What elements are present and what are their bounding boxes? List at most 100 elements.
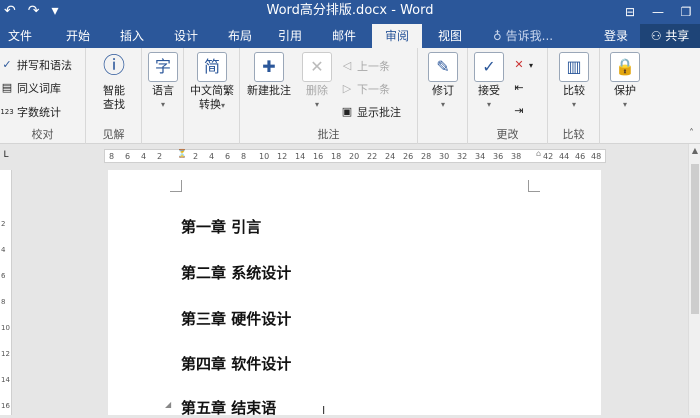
ruler-tick: 10 [1, 324, 10, 332]
scroll-up-icon[interactable]: ▲ [689, 146, 700, 155]
tab-insert[interactable]: 插入 [110, 24, 154, 48]
track-changes-button[interactable]: ✎ 修订 ▾ [424, 52, 462, 112]
tell-me-text: 告诉我... [505, 29, 554, 43]
minimize-icon[interactable]: — [644, 0, 672, 24]
dropdown-caret-icon: ▾ [622, 100, 627, 109]
ruler-tick: 10 [259, 152, 270, 161]
chapter-heading[interactable]: 第二章 系统设计 [181, 262, 291, 283]
show-comments-button[interactable]: ▣ 显示批注 [340, 104, 401, 120]
lightbulb-icon: ♁ [493, 29, 502, 43]
previous-comment-button[interactable]: ◁ 上一条 [340, 58, 390, 74]
spelling-grammar-button[interactable]: ✓ 拼写和语法 [0, 57, 72, 73]
language-button[interactable]: 字 语言 ▾ [144, 52, 182, 112]
book-icon: ▤ [1, 81, 13, 94]
ruler-tick: 12 [1, 350, 10, 358]
protect-button[interactable]: 🔒 保护 ▾ [604, 52, 646, 112]
tab-layout[interactable]: 布局 [218, 24, 262, 48]
language-label: 语言 [152, 84, 174, 97]
compare-icon: ▥ [559, 52, 589, 82]
vertical-scrollbar[interactable]: ▲ [688, 144, 700, 415]
ribbon-display-options-icon[interactable]: ⊟ [616, 0, 644, 24]
tracking-label: 修订 [432, 84, 454, 97]
scrollbar-thumb[interactable] [691, 164, 699, 314]
tab-view[interactable]: 视图 [428, 24, 472, 48]
chapter-heading[interactable]: 第三章 硬件设计 [181, 308, 291, 329]
compare-button[interactable]: ▥ 比较 ▾ [554, 52, 594, 112]
collapse-ribbon-icon[interactable]: ˄ [689, 128, 694, 139]
ruler-tick: 26 [403, 152, 414, 161]
ruler-tick: 6 [225, 152, 231, 161]
dropdown-caret-icon: ▾ [486, 100, 491, 109]
undo-icon[interactable]: ↶ [4, 1, 16, 21]
ruler-tick: 18 [331, 152, 342, 161]
next-change-icon: ⇥ [514, 104, 524, 117]
tab-design[interactable]: 设计 [164, 24, 208, 48]
smart-lookup-button[interactable]: ⓘ 智能 查找 [92, 52, 136, 112]
ruler-tick: 28 [421, 152, 432, 161]
ruler-tick: 22 [367, 152, 378, 161]
tab-home[interactable]: 开始 [56, 24, 100, 48]
tab-references[interactable]: 引用 [268, 24, 312, 48]
delete-comment-button[interactable]: ✕ 删除 ▾ [298, 52, 336, 112]
smart-label2: 查找 [103, 98, 125, 111]
ruler-tick: 42 [543, 152, 554, 161]
dropdown-caret-icon: ▾ [440, 100, 445, 109]
sign-in-link[interactable]: 登录 [604, 24, 628, 48]
accept-button[interactable]: ✓ 接受 ▾ [470, 52, 508, 112]
compare-btn-label: 比较 [563, 84, 585, 97]
thesaurus-button[interactable]: ▤ 同义词库 [0, 80, 61, 96]
group-chinese-conversion: 简 中文简繁 转换▾ [184, 48, 240, 144]
ribbon-tab-bar: 文件 开始 插入 设计 布局 引用 邮件 审阅 视图 ♁ 告诉我... 登录 ⚇… [0, 24, 700, 48]
group-tracking: ✎ 修订 ▾ [418, 48, 468, 144]
ruler-tick: 8 [1, 298, 6, 306]
new-comment-icon: ✚ [254, 52, 284, 82]
ruler-tick: 14 [295, 152, 306, 161]
accept-label: 接受 [478, 84, 500, 97]
right-indent-marker-icon[interactable]: ⌂ [536, 149, 541, 158]
reject-button[interactable]: ✕ ▾ [512, 58, 533, 72]
previous-change-button[interactable]: ⇤ [512, 81, 526, 95]
show-comments-icon: ▣ [341, 105, 353, 118]
new-comment-button[interactable]: ✚ 新建批注 [242, 52, 296, 98]
redo-icon[interactable]: ↷ [28, 1, 40, 21]
tab-stop-selector-icon[interactable]: L [0, 150, 12, 164]
ruler-tick: 48 [591, 152, 602, 161]
group-comments: ✚ 新建批注 ✕ 删除 ▾ ◁ 上一条 ▷ 下一条 ▣ 显示批注 批注 [240, 48, 418, 144]
vertical-ruler[interactable]: 2 4 6 8 10 12 14 16 [0, 170, 12, 415]
ruler-tick: 2 [193, 152, 199, 161]
tell-me-box[interactable]: ♁ 告诉我... [493, 24, 553, 48]
ruler-tick: 4 [141, 152, 147, 161]
tab-file[interactable]: 文件 [0, 24, 40, 48]
next-comment-button[interactable]: ▷ 下一条 [340, 81, 390, 97]
word-count-icon: 123 [0, 108, 14, 116]
indent-marker-icon[interactable]: ⏳ [177, 149, 187, 158]
ruler-tick: 24 [385, 152, 396, 161]
share-button[interactable]: ⚇ 共享 [640, 24, 700, 48]
next-change-button[interactable]: ⇥ [512, 104, 526, 118]
group-label-changes: 更改 [496, 128, 519, 141]
restore-icon[interactable]: ❐ [672, 0, 700, 24]
tab-mailings[interactable]: 邮件 [322, 24, 366, 48]
document-page[interactable]: 第一章 引言 第二章 系统设计 第三章 硬件设计 第四章 软件设计 ◢ 第五章 … [108, 170, 601, 417]
dropdown-caret-icon: ▾ [314, 100, 319, 109]
ruler-tick: 20 [349, 152, 360, 161]
chinese-conversion-button[interactable]: 简 中文简繁 转换▾ [186, 52, 238, 113]
ruler-tick: 32 [457, 152, 468, 161]
tab-review[interactable]: 审阅 [372, 24, 422, 48]
word-count-button[interactable]: 123 字数统计 [0, 104, 61, 120]
chapter-heading[interactable]: 第一章 引言 [181, 216, 261, 237]
ruler-tick: 14 [1, 376, 10, 384]
collapse-heading-icon[interactable]: ◢ [165, 400, 171, 409]
group-label-compare: 比较 [562, 128, 585, 141]
chapter-heading[interactable]: 第四章 软件设计 [181, 353, 291, 374]
horizontal-ruler[interactable]: ⏳ ⌂ 8 6 4 2 2 4 6 8 10 12 14 16 18 20 22 24 26 28 30 32 34 36… [104, 149, 606, 163]
ruler-tick: 30 [439, 152, 450, 161]
customize-qat-icon[interactable]: ▾ [51, 1, 58, 21]
ruler-tick: 46 [575, 152, 586, 161]
spell-label: 拼写和语法 [17, 59, 72, 72]
dropdown-caret-icon: ▾ [571, 100, 576, 109]
reject-icon: ✕ [514, 58, 524, 71]
next-label: 下一条 [357, 83, 390, 96]
show-label: 显示批注 [357, 106, 401, 119]
protect-label: 保护 [614, 84, 636, 97]
